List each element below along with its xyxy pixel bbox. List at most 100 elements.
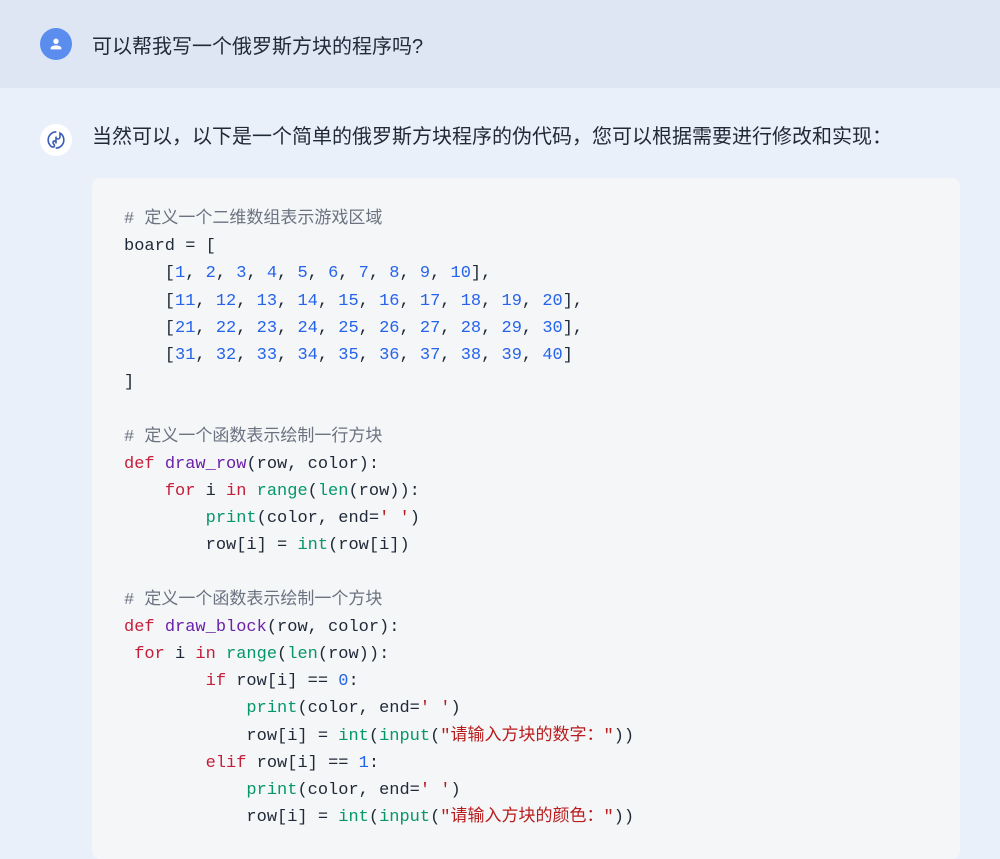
code-builtin: int (297, 536, 328, 555)
code-text: (row, color): (246, 455, 379, 474)
code-number: 1 (359, 754, 369, 773)
code-keyword: def (124, 455, 155, 474)
code-number: 29 (502, 319, 522, 338)
assistant-message-row: 〄 当然可以，以下是一个简单的俄罗斯方块程序的伪代码，您可以根据需要进行修改和实… (0, 88, 1000, 859)
code-number: 38 (461, 346, 481, 365)
code-text: = (318, 808, 328, 827)
code-string: ' ' (379, 509, 410, 528)
code-number: 15 (338, 292, 358, 311)
code-keyword: def (124, 618, 155, 637)
code-number: 18 (461, 292, 481, 311)
code-number: 22 (216, 319, 236, 338)
code-number: 20 (542, 292, 562, 311)
code-func: draw_row (165, 455, 247, 474)
code-number: 30 (542, 319, 562, 338)
code-text: color (267, 509, 318, 528)
code-text: row[i] (257, 754, 318, 773)
code-block[interactable]: # 定义一个二维数组表示游戏区域 board = [ [1, 2, 3, 4, … (92, 178, 960, 859)
code-text: i (206, 482, 216, 501)
code-text: row[i] (236, 672, 297, 691)
code-string: "请输入方块的数字：" (440, 727, 613, 746)
code-number: 33 (257, 346, 277, 365)
user-message-row: 可以帮我写一个俄罗斯方块的程序吗? (0, 0, 1000, 88)
code-keyword: elif (206, 754, 247, 773)
code-number: 13 (257, 292, 277, 311)
code-number: 24 (297, 319, 317, 338)
code-builtin: len (318, 482, 349, 501)
code-builtin: print (206, 509, 257, 528)
code-builtin: int (338, 727, 369, 746)
code-text: ] (124, 373, 134, 392)
user-avatar (40, 28, 72, 60)
code-number: 40 (542, 346, 562, 365)
code-number: 26 (379, 319, 399, 338)
person-icon (48, 36, 64, 52)
code-number: 1 (175, 264, 185, 283)
code-comment: # 定义一个函数表示绘制一行方块 (124, 428, 382, 447)
code-number: 17 (420, 292, 440, 311)
code-number: 35 (338, 346, 358, 365)
code-number: 12 (216, 292, 236, 311)
code-number: 0 (338, 672, 348, 691)
code-string: ' ' (420, 781, 451, 800)
code-number: 34 (297, 346, 317, 365)
code-number: 27 (420, 319, 440, 338)
code-number: 4 (267, 264, 277, 283)
code-text: = (318, 727, 328, 746)
code-number: 7 (359, 264, 369, 283)
code-number: 28 (461, 319, 481, 338)
code-func: draw_block (165, 618, 267, 637)
code-number: 32 (216, 346, 236, 365)
code-number: 16 (379, 292, 399, 311)
code-number: 23 (257, 319, 277, 338)
code-keyword: in (226, 482, 246, 501)
code-number: 3 (236, 264, 246, 283)
code-text: end= (379, 699, 420, 718)
code-number: 36 (379, 346, 399, 365)
code-text: end= (338, 509, 379, 528)
assistant-intro-text: 当然可以，以下是一个简单的俄罗斯方块程序的伪代码，您可以根据需要进行修改和实现： (92, 120, 960, 154)
code-number: 2 (206, 264, 216, 283)
code-string: "请输入方块的颜色：" (440, 808, 613, 827)
code-comment: # 定义一个二维数组表示游戏区域 (124, 210, 382, 229)
code-keyword: for (165, 482, 196, 501)
code-number: 19 (502, 292, 522, 311)
code-number: 10 (451, 264, 471, 283)
code-builtin: print (246, 781, 297, 800)
code-builtin: range (226, 645, 277, 664)
code-text: (row, color): (267, 618, 400, 637)
code-text: color (308, 781, 359, 800)
code-number: 39 (502, 346, 522, 365)
code-number: 37 (420, 346, 440, 365)
code-string: ' ' (420, 699, 451, 718)
code-builtin: range (257, 482, 308, 501)
code-builtin: input (379, 808, 430, 827)
code-builtin: input (379, 727, 430, 746)
assistant-avatar: 〄 (40, 124, 72, 156)
code-number: 14 (297, 292, 317, 311)
code-number: 5 (297, 264, 307, 283)
code-text: == (308, 672, 328, 691)
code-text: i (175, 645, 185, 664)
code-keyword: in (195, 645, 215, 664)
code-text: = (277, 536, 287, 555)
code-text: row[i] (246, 808, 307, 827)
code-text: row (359, 482, 390, 501)
assistant-logo-icon: 〄 (47, 127, 65, 153)
code-number: 11 (175, 292, 195, 311)
code-text: row[i] (338, 536, 399, 555)
code-number: 21 (175, 319, 195, 338)
code-text: row[i] (246, 727, 307, 746)
code-text: board = [ (124, 237, 216, 256)
code-comment: # 定义一个函数表示绘制一个方块 (124, 591, 382, 610)
code-builtin: len (287, 645, 318, 664)
code-number: 31 (175, 346, 195, 365)
code-text: row (328, 645, 359, 664)
code-keyword: if (206, 672, 226, 691)
code-number: 25 (338, 319, 358, 338)
code-text: color (308, 699, 359, 718)
code-text: == (328, 754, 348, 773)
code-builtin: int (338, 808, 369, 827)
code-number: 6 (328, 264, 338, 283)
code-text: row[i] (206, 536, 267, 555)
